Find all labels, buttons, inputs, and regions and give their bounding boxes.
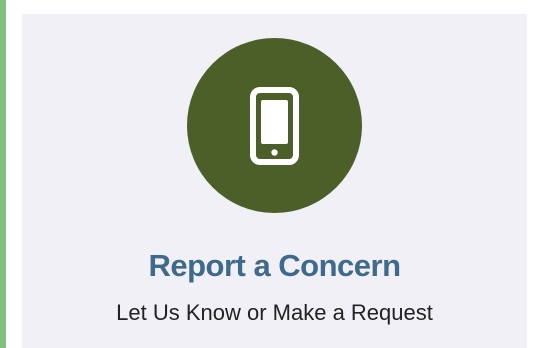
mobile-phone-icon: [250, 87, 299, 165]
card-title: Report a Concern: [148, 248, 401, 283]
card-subtitle: Let Us Know or Make a Request: [116, 300, 433, 325]
report-concern-card[interactable]: Report a Concern Let Us Know or Make a R…: [22, 14, 527, 348]
page: Report a Concern Let Us Know or Make a R…: [0, 0, 539, 348]
left-accent-bar: [0, 0, 6, 348]
icon-circle: [187, 38, 362, 213]
